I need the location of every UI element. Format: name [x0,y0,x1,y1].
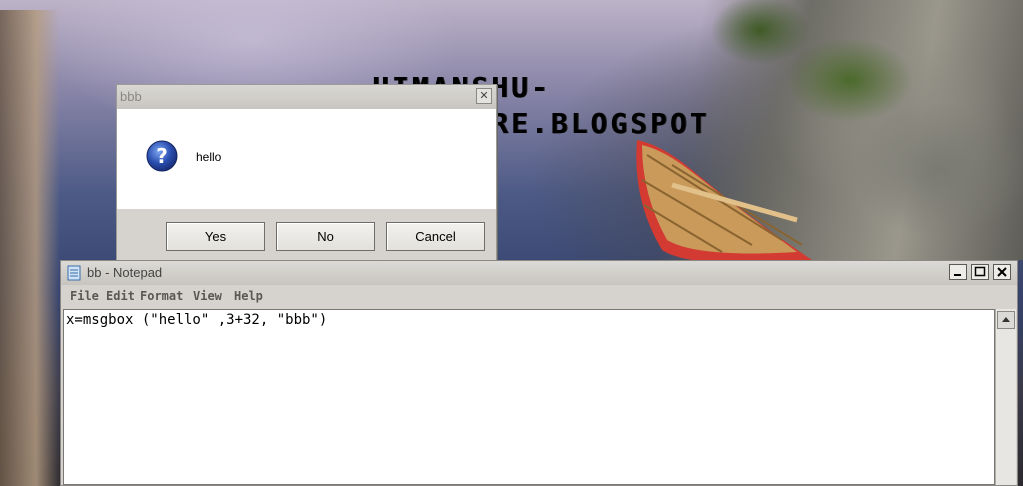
svg-text:?: ? [156,144,168,168]
vertical-scrollbar[interactable] [995,309,1016,485]
message-box-dialog: bbb ✕ ? hello Yes No Cancel [116,84,497,266]
maximize-icon [974,266,986,277]
notepad-icon [67,265,81,281]
notepad-title-bar[interactable]: bb - Notepad [61,261,1017,285]
desktop-wallpaper: HIMANSHU- SOFTWARE.BLOGSPOT bbb ✕ ? hell… [0,0,1023,486]
maximize-button[interactable] [971,264,989,280]
close-button[interactable] [993,264,1011,280]
menu-file[interactable]: File [70,289,99,303]
close-icon [997,267,1007,277]
menu-edit[interactable]: Edit [106,289,135,303]
cancel-button[interactable]: Cancel [386,222,485,251]
wallpaper-canoe [636,140,812,264]
menu-help[interactable]: Help [234,289,263,303]
arrow-up-icon [1002,317,1010,322]
menu-bar: File Edit Format View Help [61,285,1017,307]
minimize-icon [954,274,961,276]
menu-view[interactable]: View [193,289,222,303]
wallpaper-shore [0,10,60,486]
yes-button[interactable]: Yes [166,222,265,251]
notepad-title: bb - Notepad [87,265,163,280]
dialog-title: bbb [120,89,142,104]
notepad-window: bb - Notepad File Edit Format View Help … [60,260,1018,486]
text-editor-area[interactable]: x=msgbox ("hello" ,3+32, "bbb") [63,309,995,485]
dialog-title-bar[interactable]: bbb ✕ [117,85,496,109]
dialog-message: hello [196,150,222,164]
scroll-up-button[interactable] [997,311,1015,329]
question-icon: ? [146,140,178,172]
no-button[interactable]: No [276,222,375,251]
editor-content[interactable]: x=msgbox ("hello" ,3+32, "bbb") [66,312,327,328]
close-icon[interactable]: ✕ [476,88,492,104]
minimize-button[interactable] [949,264,967,280]
menu-format[interactable]: Format [140,289,183,303]
